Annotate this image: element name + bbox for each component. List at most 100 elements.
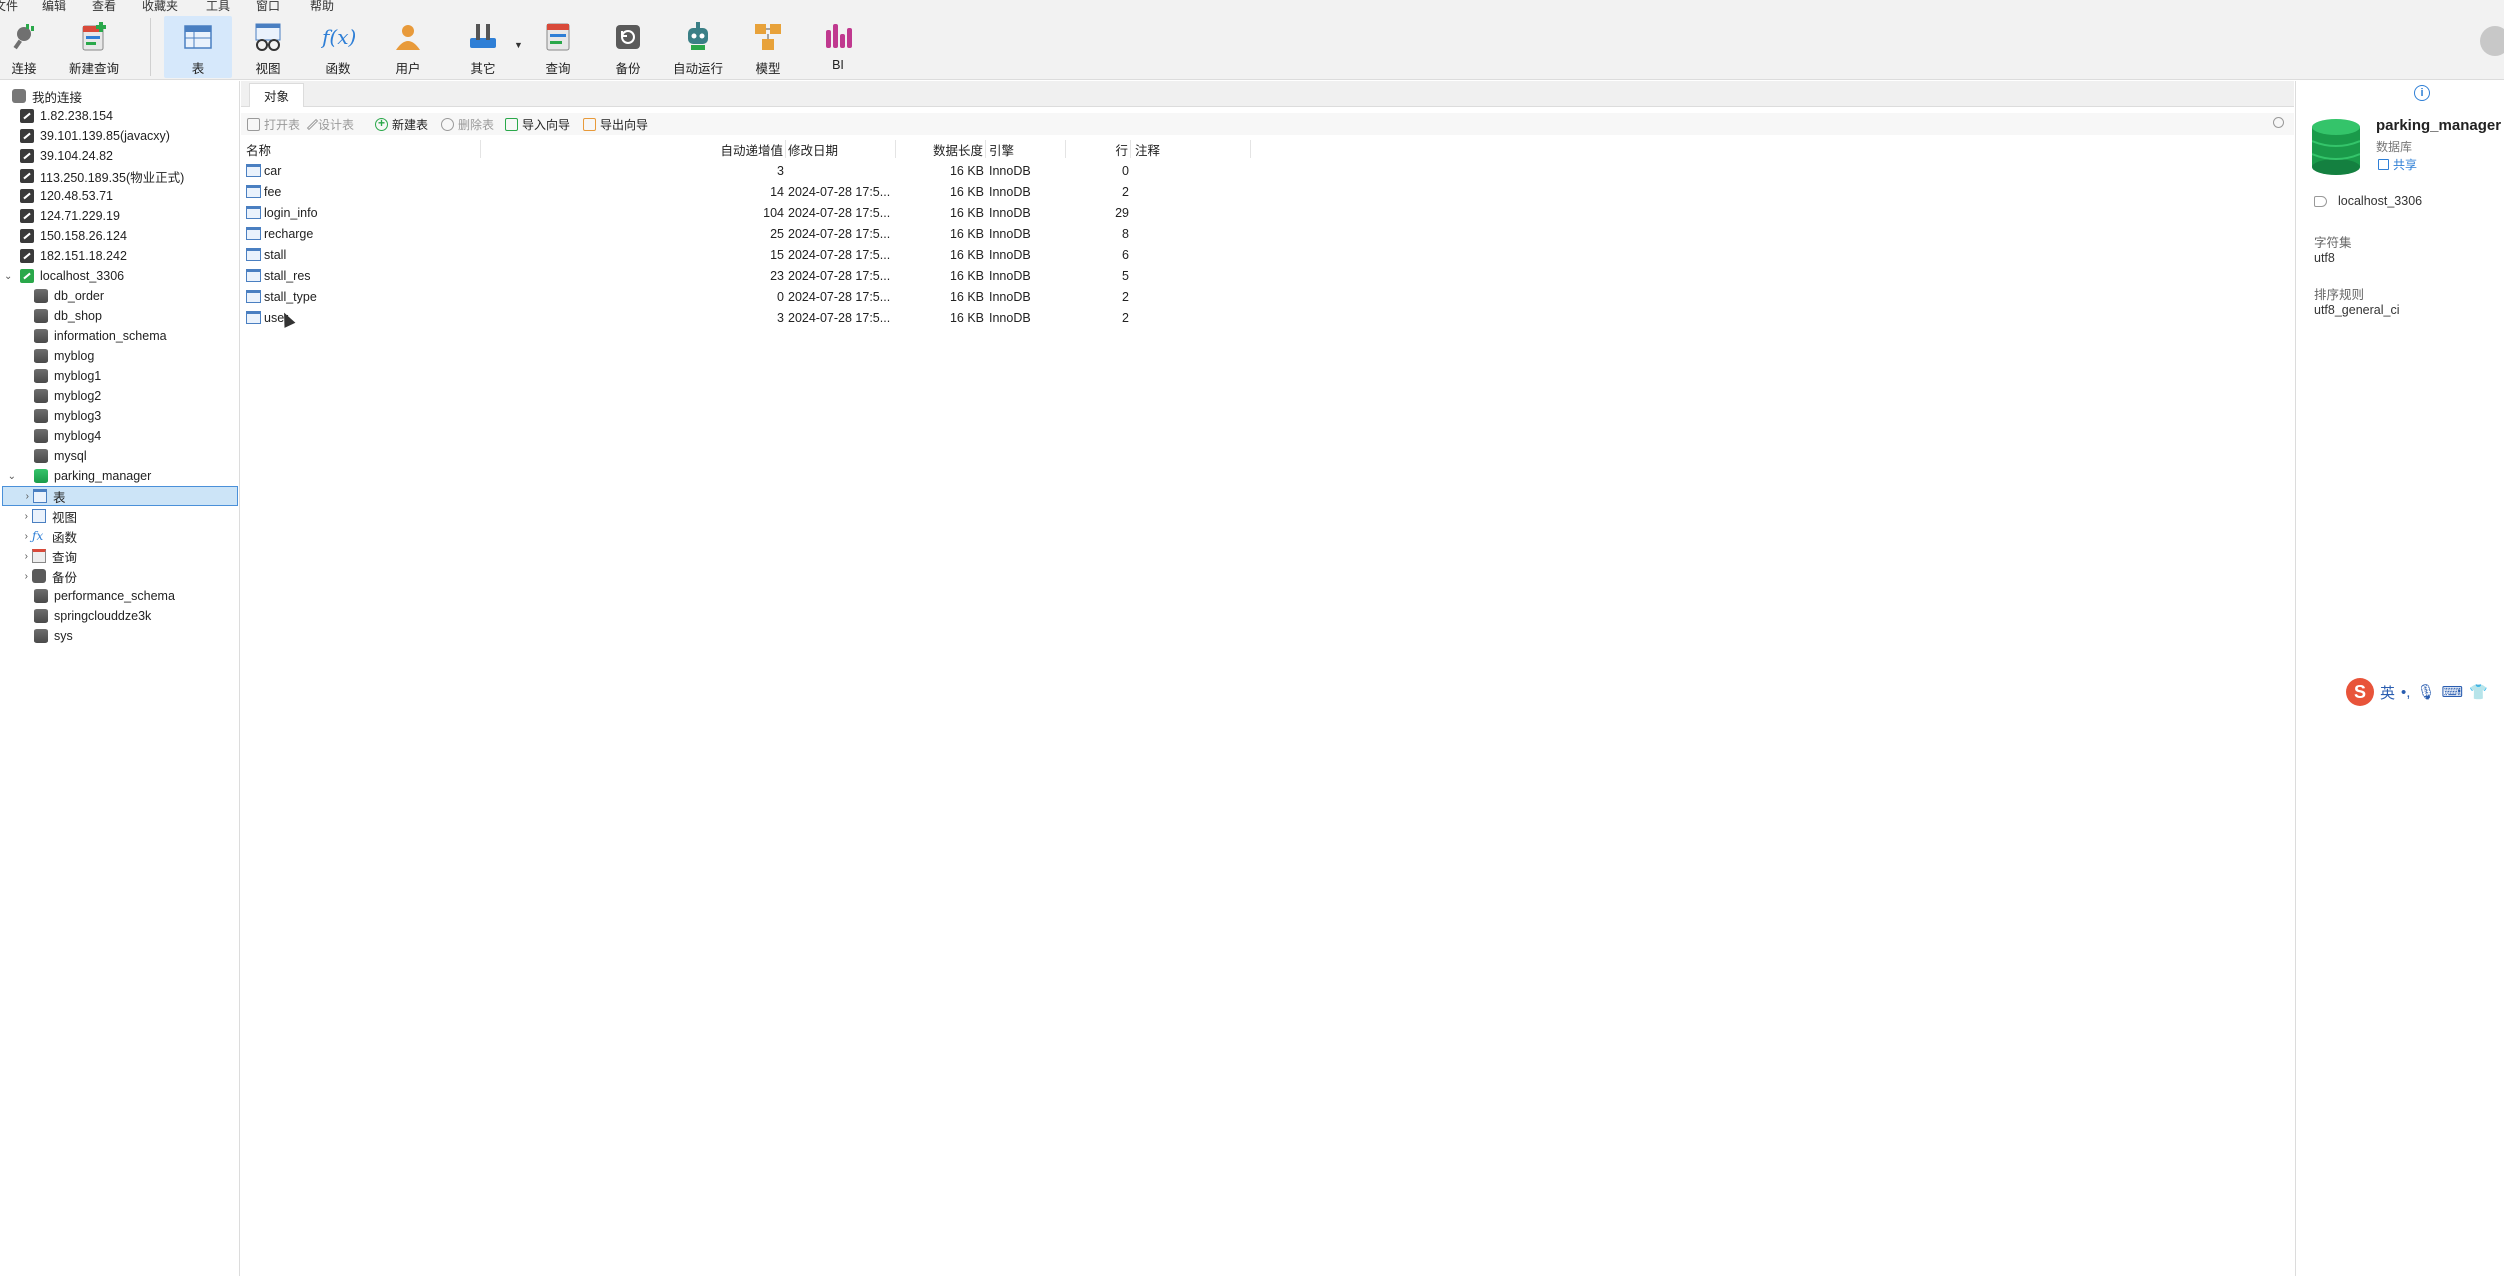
chevron-right-icon[interactable]: ›: [3, 491, 33, 502]
delete-table-label: 删除表: [458, 117, 495, 132]
chevron-right-icon[interactable]: ›: [0, 531, 32, 542]
table-row[interactable]: login_info 104 2024-07-28 17:5... 16 KB Inno…: [241, 202, 1251, 223]
table-row[interactable]: fee 14 2024-07-28 17:5... 16 KB InnoDB 2: [241, 181, 1251, 202]
query-button[interactable]: 查询: [540, 16, 576, 78]
col-header-data-length[interactable]: 数据长度: [896, 140, 986, 158]
connect-button[interactable]: 连接: [6, 16, 42, 78]
col-header-engine[interactable]: 引擎: [986, 140, 1066, 158]
chevron-right-icon[interactable]: ›: [0, 551, 32, 562]
ime-lang-toggle[interactable]: 英: [2380, 682, 2395, 703]
chevron-right-icon[interactable]: ›: [0, 571, 32, 582]
menu-file[interactable]: 文件: [0, 0, 18, 12]
bi-chart-icon: [821, 20, 855, 54]
menu-favorites[interactable]: 收藏夹: [142, 0, 178, 12]
new-query-button[interactable]: 新建查询: [64, 16, 124, 78]
chevron-down-icon[interactable]: ⌄: [0, 471, 16, 482]
open-table-label: 打开表: [264, 117, 301, 132]
col-header-name[interactable]: 名称: [246, 140, 481, 158]
table-row[interactable]: recharge 25 2024-07-28 17:5... 16 KB InnoDB 8: [241, 223, 1251, 244]
tree-connection[interactable]: 113.250.189.35(物业正式): [0, 166, 240, 186]
tree-node-backups[interactable]: › 备份: [0, 566, 240, 586]
cell-rows: 8: [1066, 223, 1129, 244]
menu-tools[interactable]: 工具: [206, 0, 230, 12]
tree-connection[interactable]: 39.104.24.82: [0, 146, 240, 166]
tree-connection[interactable]: 1.82.238.154: [0, 106, 240, 126]
user-button[interactable]: 用户: [390, 16, 426, 78]
table-button[interactable]: 表: [164, 16, 232, 78]
col-header-auto-increment[interactable]: 自动递增值: [481, 140, 786, 158]
tree-node-tables[interactable]: › 表: [2, 486, 238, 506]
tree-connection[interactable]: 182.151.18.242: [0, 246, 240, 266]
search-icon[interactable]: [2273, 117, 2284, 128]
skin-icon[interactable]: 👕: [2469, 683, 2488, 701]
punctuation-icon[interactable]: •,: [2401, 684, 2410, 701]
tree-connection[interactable]: 124.71.229.19: [0, 206, 240, 226]
menu-help[interactable]: 帮助: [310, 0, 334, 12]
cell-modified: 2024-07-28 17:5...: [788, 265, 896, 286]
user-icon: [391, 20, 425, 54]
import-wizard-button[interactable]: 导入向导: [505, 115, 570, 133]
tree-node-views[interactable]: › 视图: [0, 506, 240, 526]
microphone-icon[interactable]: 🎙: [2416, 683, 2435, 701]
table-row[interactable]: stall_type 0 2024-07-28 17:5... 16 KB InnoDB…: [241, 286, 1251, 307]
avatar[interactable]: [2480, 26, 2504, 56]
other-dropdown-icon[interactable]: ▼: [514, 40, 523, 50]
share-link[interactable]: 共享: [2378, 156, 2417, 173]
autorun-button[interactable]: 自动运行: [672, 16, 724, 78]
open-table-button[interactable]: 打开表: [247, 115, 300, 133]
database-icon: [2311, 119, 2361, 175]
tree-database[interactable]: db_shop: [0, 306, 240, 326]
export-wizard-button[interactable]: 导出向导: [583, 115, 648, 133]
keyboard-icon[interactable]: ⌨: [2441, 683, 2463, 701]
chevron-right-icon[interactable]: ›: [0, 511, 32, 522]
function-button[interactable]: f(x) 函数: [320, 16, 356, 78]
tree-database[interactable]: sys: [0, 626, 240, 646]
database-icon: [34, 329, 48, 343]
col-header-comment[interactable]: 注释: [1131, 140, 1251, 158]
database-label: parking_manager: [54, 469, 152, 483]
design-table-button[interactable]: 设计表: [306, 115, 354, 133]
sogou-logo-icon[interactable]: S: [2346, 678, 2374, 706]
table-row[interactable]: stall_res 23 2024-07-28 17:5... 16 KB InnoDB…: [241, 265, 1251, 286]
tree-connection[interactable]: 120.48.53.71: [0, 186, 240, 206]
chevron-down-icon[interactable]: ⌄: [4, 271, 12, 282]
menu-view[interactable]: 查看: [92, 0, 116, 12]
delete-table-button[interactable]: 删除表: [441, 115, 494, 133]
tree-database[interactable]: db_order: [0, 286, 240, 306]
tree-root-my-connections[interactable]: 我的连接: [0, 86, 240, 106]
model-button[interactable]: 模型: [750, 16, 786, 78]
tree-connection[interactable]: 150.158.26.124: [0, 226, 240, 246]
tree-database[interactable]: myblog: [0, 346, 240, 366]
table-row[interactable]: stall 15 2024-07-28 17:5... 16 KB InnoDB 6: [241, 244, 1251, 265]
table-row[interactable]: car 3 16 KB InnoDB 0: [241, 160, 1251, 181]
other-button[interactable]: 其它: [462, 16, 504, 78]
table-row[interactable]: user 3 2024-07-28 17:5... 16 KB InnoDB 2: [241, 307, 1251, 328]
menu-window[interactable]: 窗口: [256, 0, 280, 12]
tree-database[interactable]: performance_schema: [0, 586, 240, 606]
menu-edit[interactable]: 编辑: [42, 0, 66, 12]
backup-button[interactable]: 备份: [610, 16, 646, 78]
tree-database[interactable]: information_schema: [0, 326, 240, 346]
tree-database[interactable]: myblog3: [0, 406, 240, 426]
tree-connection[interactable]: 39.101.139.85(javacxy): [0, 126, 240, 146]
tree-database[interactable]: springclouddze3k: [0, 606, 240, 626]
tab-objects[interactable]: 对象: [249, 83, 305, 107]
bi-button[interactable]: BI: [820, 16, 856, 78]
robot-icon: [681, 20, 715, 54]
tree-connection-localhost[interactable]: ⌄ localhost_3306: [0, 266, 240, 286]
col-header-rows[interactable]: 行: [1066, 140, 1131, 158]
tree-node-functions[interactable]: › ƒx 函数: [0, 526, 240, 546]
tree-database[interactable]: myblog4: [0, 426, 240, 446]
col-header-modified[interactable]: 修改日期: [786, 140, 896, 158]
tree-database[interactable]: mysql: [0, 446, 240, 466]
tree-node-label: 表: [53, 490, 66, 505]
toolbar-separator: [150, 18, 151, 76]
tree-database[interactable]: myblog1: [0, 366, 240, 386]
new-table-button[interactable]: 新建表: [375, 115, 428, 133]
info-icon[interactable]: i: [2414, 85, 2430, 101]
tree-database-parking-manager[interactable]: ⌄ parking_manager: [0, 466, 240, 486]
table-label: 表: [191, 62, 205, 76]
tree-database[interactable]: myblog2: [0, 386, 240, 406]
view-button[interactable]: 视图: [250, 16, 286, 78]
tree-node-queries[interactable]: › 查询: [0, 546, 240, 566]
